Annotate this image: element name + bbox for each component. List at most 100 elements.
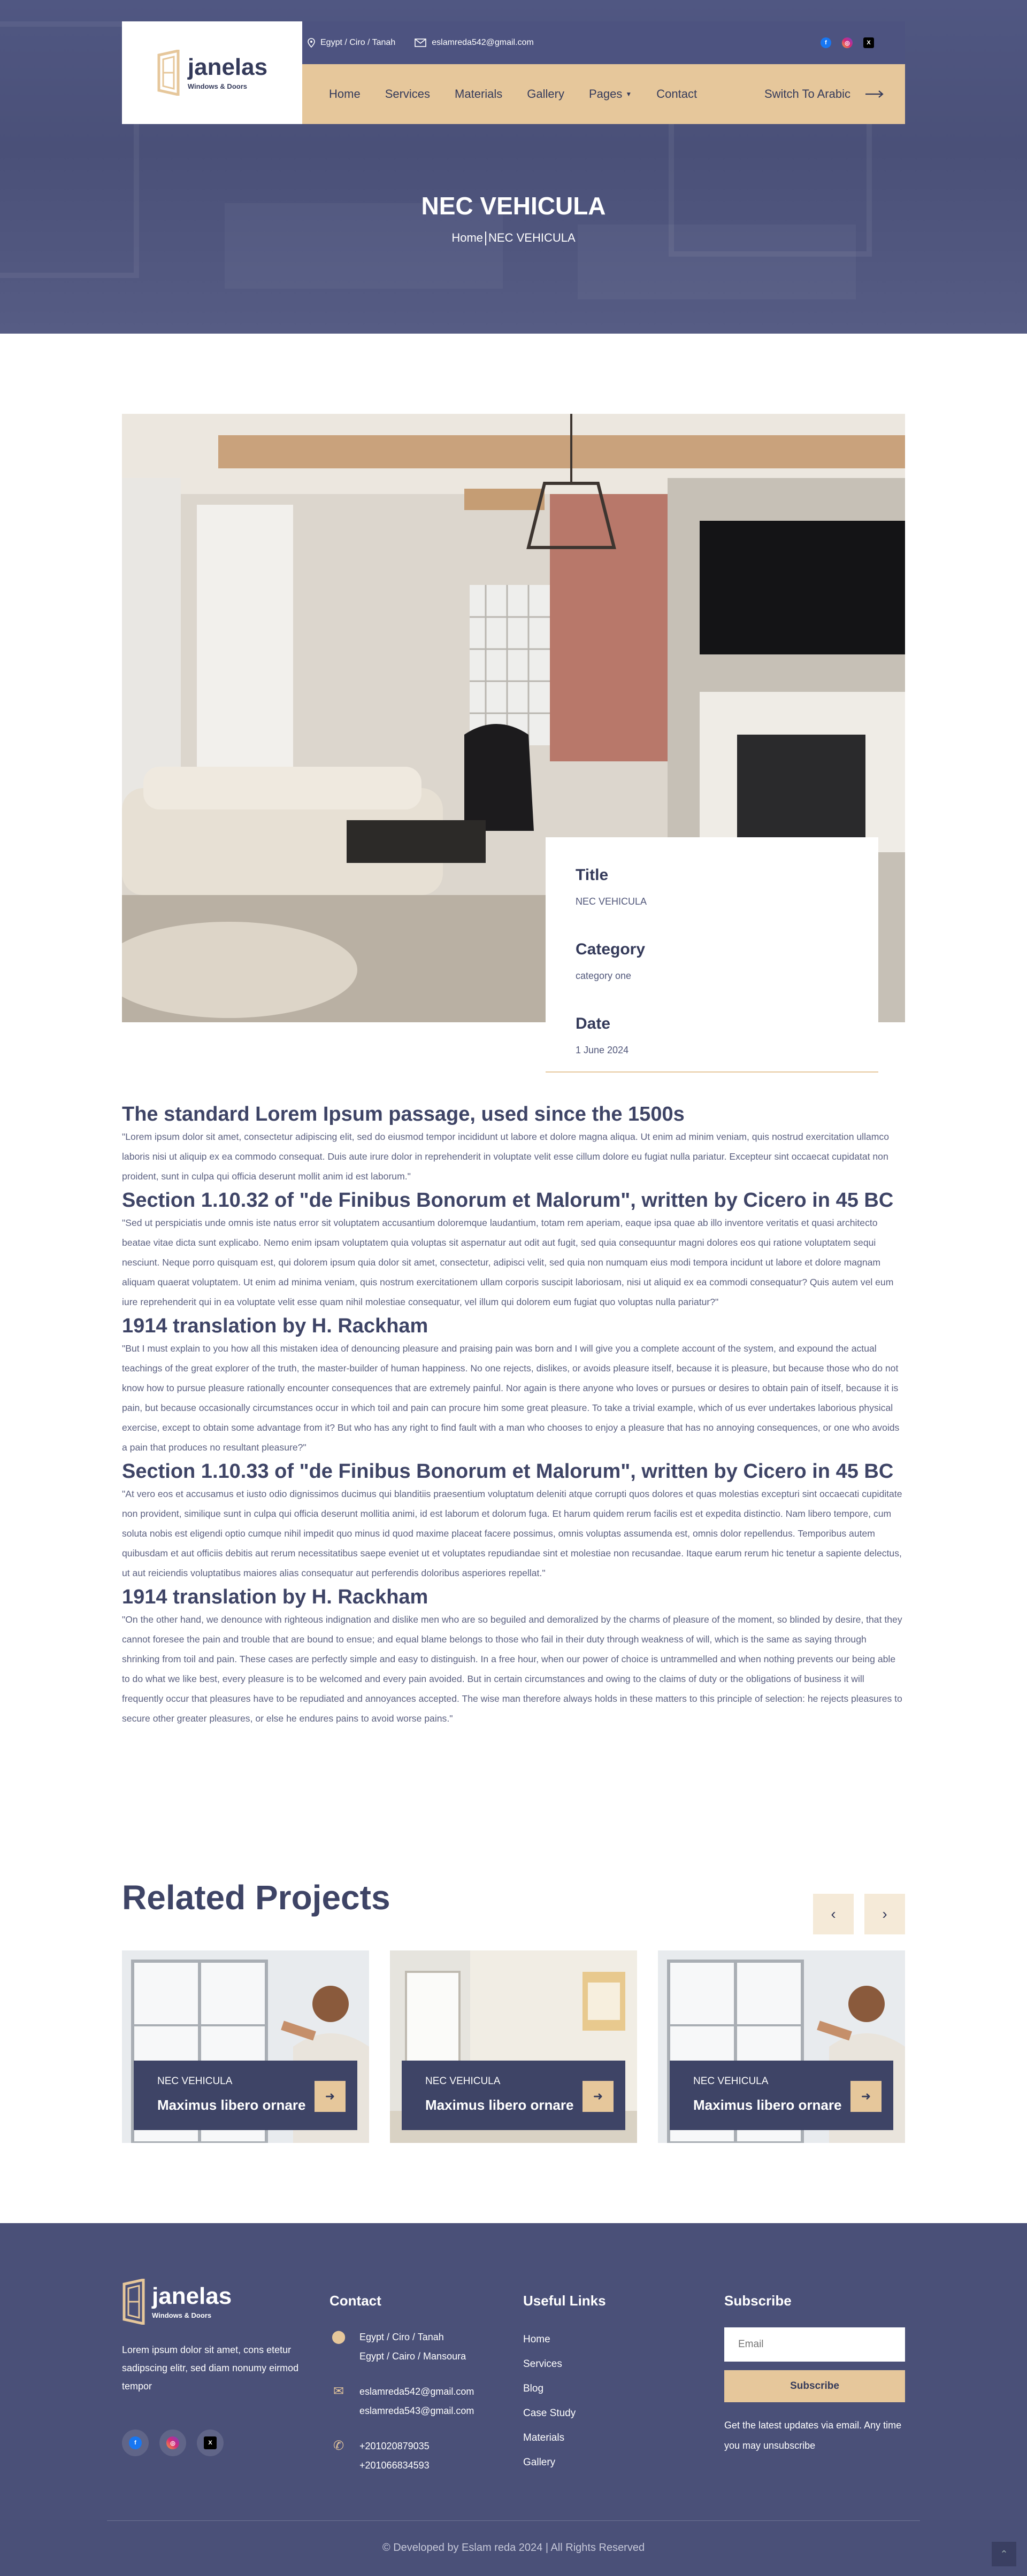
nav-home[interactable]: Home	[329, 87, 361, 101]
email-text: eslamreda542@gmail.com	[432, 38, 534, 47]
nav-contact[interactable]: Contact	[656, 87, 697, 101]
related-projects-carousel: NEC VEHICULA Maximus libero ornare ➜ NEC…	[122, 1950, 905, 2143]
footer-social-links: f ◎ X	[122, 2430, 224, 2456]
window-logo-icon	[122, 2279, 145, 2325]
footer-logo-tagline: Windows & Doors	[152, 2311, 212, 2319]
project-card-link-button[interactable]: ➜	[315, 2081, 346, 2112]
arrow-right-icon: ➜	[593, 2089, 603, 2103]
info-category-value: category one	[576, 970, 632, 981]
carousel-prev-button[interactable]: ‹	[813, 1894, 854, 1934]
subscribe-button[interactable]: Subscribe	[724, 2370, 905, 2402]
arrow-right-icon: ➜	[861, 2089, 871, 2103]
nav-materials[interactable]: Materials	[455, 87, 502, 101]
email-1[interactable]: eslamreda542@gmail.com	[359, 2382, 474, 2401]
location-info: Egypt / Ciro / Tanah	[308, 38, 395, 48]
breadcrumb-current: NEC VEHICULA	[488, 231, 576, 244]
section-heading: 1914 translation by H. Rackham	[122, 1586, 428, 1608]
logo-tagline: Windows & Doors	[187, 82, 247, 90]
footer-link-case-study[interactable]: Case Study	[523, 2401, 606, 2426]
footer-link-home[interactable]: Home	[523, 2327, 606, 2352]
footer-logo-name: janelas	[152, 2282, 232, 2309]
footer-useful-links: Useful Links Home Services Blog Case Stu…	[523, 2293, 606, 2475]
carousel-controls: ‹ ›	[813, 1894, 905, 1934]
footer-contact: Contact ⬤ Egypt / Ciro / Tanah Egypt / Ca…	[329, 2293, 474, 2491]
nav-services[interactable]: Services	[385, 87, 430, 101]
project-card-title: Maximus libero ornare	[425, 2097, 574, 2113]
phone-1[interactable]: +201020879035	[359, 2436, 430, 2456]
related-projects: Related Projects ‹ ›	[122, 1878, 905, 1934]
location-text: Egypt / Ciro / Tanah	[320, 38, 396, 47]
subscribe-email-input[interactable]	[724, 2327, 905, 2362]
mail-icon: ✉	[333, 2384, 344, 2398]
footer-logo[interactable]: janelas Windows & Doors	[122, 2279, 232, 2325]
section-heading: Section 1.10.33 of "de Finibus Bonorum e…	[122, 1460, 894, 1483]
logo[interactable]: janelas Windows & Doors	[122, 21, 302, 124]
logo-name: janelas	[187, 53, 268, 80]
related-projects-title: Related Projects	[122, 1878, 390, 1917]
project-card-category: NEC VEHICULA	[425, 2076, 501, 2087]
instagram-icon[interactable]: ◎	[842, 37, 853, 48]
footer-links-title: Useful Links	[523, 2293, 606, 2309]
project-card[interactable]: NEC VEHICULA Maximus libero ornare ➜	[658, 1950, 905, 2143]
facebook-glyph: f	[129, 2436, 142, 2449]
footer-about-text: Lorem ipsum dolor sit amet, cons etetur …	[122, 2344, 299, 2392]
section-paragraph: "At vero eos et accusamus et iusto odio …	[122, 1488, 902, 1578]
email-info[interactable]: eslamreda542@gmail.com	[415, 38, 534, 48]
project-description: The standard Lorem Ipsum passage, used s…	[122, 1101, 905, 1730]
info-title-label: Title	[576, 866, 609, 884]
project-card[interactable]: NEC VEHICULA Maximus libero ornare ➜	[390, 1950, 637, 2143]
window-logo-icon	[157, 50, 180, 96]
nav-pages-label: Pages	[588, 87, 623, 101]
section-paragraph: "But I must explain to you how all this …	[122, 1343, 900, 1453]
hero-banner: janelas Windows & Doors Egypt / Ciro / T…	[0, 0, 1027, 334]
nav-pages[interactable]: Pages ▼	[589, 87, 632, 101]
footer-emails: ✉ eslamreda542@gmail.com eslamreda543@gma…	[329, 2382, 474, 2420]
section-paragraph: "Sed ut perspiciatis unde omnis iste nat…	[122, 1217, 894, 1307]
project-card-link-button[interactable]: ➜	[583, 2081, 614, 2112]
subscribe-note: Get the latest updates via email. Any ti…	[724, 2420, 902, 2451]
breadcrumb-home[interactable]: Home	[451, 231, 483, 244]
project-card-title: Maximus libero ornare	[157, 2097, 306, 2113]
breadcrumb-separator	[485, 232, 487, 246]
footer-divider	[107, 2520, 920, 2521]
footer-address: ⬤ Egypt / Ciro / Tanah Egypt / Cairo / Ma…	[329, 2327, 474, 2366]
nav-gallery[interactable]: Gallery	[527, 87, 564, 101]
footer-link-materials[interactable]: Materials	[523, 2426, 606, 2450]
carousel-next-button[interactable]: ›	[864, 1894, 905, 1934]
address-line-2: Egypt / Cairo / Mansoura	[359, 2351, 466, 2362]
email-2[interactable]: eslamreda543@gmail.com	[359, 2401, 474, 2420]
footer-link-gallery[interactable]: Gallery	[523, 2450, 606, 2475]
project-card-link-button[interactable]: ➜	[850, 2081, 882, 2112]
info-date-label: Date	[576, 1015, 611, 1032]
phone-icon: ✆	[333, 2439, 344, 2453]
arrow-right-icon: ➜	[325, 2089, 335, 2103]
facebook-icon[interactable]: f	[821, 37, 831, 48]
footer-phones: ✆ +201020879035 +201066834593	[329, 2436, 474, 2475]
site-footer: janelas Windows & Doors Lorem ipsum dolo…	[0, 2223, 1027, 2576]
instagram-icon[interactable]: ◎	[159, 2430, 186, 2456]
switch-language-button[interactable]: Switch To Arabic	[764, 87, 884, 101]
footer-link-services[interactable]: Services	[523, 2352, 606, 2377]
x-icon[interactable]: X	[863, 37, 874, 48]
x-icon[interactable]: X	[197, 2430, 224, 2456]
info-date-value: 1 June 2024	[576, 1045, 629, 1055]
social-links: f ◎ X	[821, 37, 874, 48]
section-paragraph: "On the other hand, we denounce with rig…	[122, 1614, 902, 1724]
facebook-icon[interactable]: f	[122, 2430, 149, 2456]
location-pin-icon: ⬤	[331, 2330, 346, 2344]
project-card[interactable]: NEC VEHICULA Maximus libero ornare ➜	[122, 1950, 369, 2143]
switch-language-label: Switch To Arabic	[764, 87, 850, 101]
arrow-right-icon	[865, 90, 884, 98]
phone-2[interactable]: +201066834593	[359, 2456, 430, 2475]
chevron-right-icon: ›	[882, 1906, 887, 1922]
caret-down-icon: ▼	[625, 90, 632, 98]
footer-link-blog[interactable]: Blog	[523, 2377, 606, 2401]
back-to-top-button[interactable]: ⌃	[992, 2542, 1016, 2566]
project-card-caption: NEC VEHICULA Maximus libero ornare ➜	[402, 2061, 625, 2130]
copyright-text: © Developed by Eslam reda 2024 | All Rig…	[382, 2542, 645, 2554]
project-card-category: NEC VEHICULA	[157, 2076, 233, 2087]
project-card-category: NEC VEHICULA	[693, 2076, 769, 2087]
breadcrumb: Home NEC VEHICULA	[0, 231, 1027, 246]
top-bar: Egypt / Ciro / Tanah eslamreda542@gmail.…	[302, 21, 905, 64]
footer-subscribe: Subscribe Subscribe Get the latest updat…	[724, 2293, 906, 2456]
